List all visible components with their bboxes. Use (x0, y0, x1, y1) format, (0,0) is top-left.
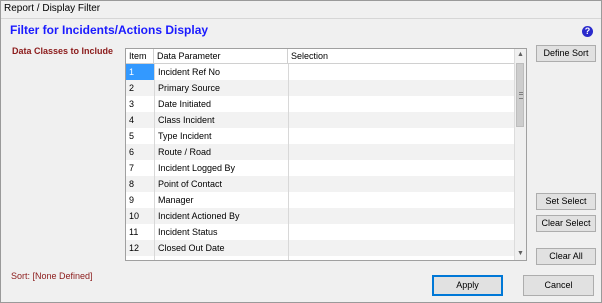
table-row[interactable]: 11 Incident Status (126, 224, 515, 240)
row-selection-cell[interactable] (288, 208, 515, 224)
chevron-up-icon[interactable]: ▲ (515, 49, 526, 61)
data-parameter-grid[interactable]: Item Data Parameter Selection 1 Incident … (125, 48, 527, 261)
row-item-cell[interactable]: 1 (126, 64, 154, 80)
table-row[interactable]: 13 (126, 256, 515, 260)
row-selection-cell[interactable] (288, 256, 515, 260)
row-selection-cell[interactable] (288, 240, 515, 256)
row-parameter-cell[interactable]: Incident Ref No (154, 64, 288, 80)
column-header-data-parameter[interactable]: Data Parameter (154, 49, 288, 63)
grid-header: Item Data Parameter Selection (126, 49, 515, 64)
row-item-cell[interactable]: 9 (126, 192, 154, 208)
row-parameter-cell[interactable]: Type Incident (154, 128, 288, 144)
table-row[interactable]: 4 Class Incident (126, 112, 515, 128)
column-header-item[interactable]: Item (126, 49, 154, 63)
clear-all-button[interactable]: Clear All (536, 248, 596, 265)
table-row[interactable]: 5 Type Incident (126, 128, 515, 144)
window-title: Report / Display Filter (4, 3, 101, 14)
row-selection-cell[interactable] (288, 144, 515, 160)
table-row[interactable]: 10 Incident Actioned By (126, 208, 515, 224)
row-item-cell[interactable]: 5 (126, 128, 154, 144)
define-sort-button[interactable]: Define Sort (536, 45, 596, 62)
row-item-cell[interactable]: 13 (126, 256, 154, 260)
table-row[interactable]: 3 Date Initiated (126, 96, 515, 112)
grip-icon (519, 92, 523, 99)
column-header-selection[interactable]: Selection (288, 49, 515, 63)
row-parameter-cell[interactable]: Class Incident (154, 112, 288, 128)
row-parameter-cell[interactable]: Incident Status (154, 224, 288, 240)
report-display-filter-window: Report / Display Filter Filter for Incid… (0, 0, 602, 303)
row-parameter-cell[interactable]: Primary Source (154, 80, 288, 96)
title-bar: Report / Display Filter (1, 1, 601, 19)
row-item-cell[interactable]: 7 (126, 160, 154, 176)
set-select-button[interactable]: Set Select (536, 193, 596, 210)
row-item-cell[interactable]: 12 (126, 240, 154, 256)
row-parameter-cell[interactable] (154, 256, 288, 260)
row-selection-cell[interactable] (288, 80, 515, 96)
row-selection-cell[interactable] (288, 192, 515, 208)
row-selection-cell[interactable] (288, 64, 515, 80)
row-item-cell[interactable]: 8 (126, 176, 154, 192)
table-row[interactable]: 7 Incident Logged By (126, 160, 515, 176)
row-item-cell[interactable]: 10 (126, 208, 154, 224)
table-row[interactable]: 1 Incident Ref No (126, 64, 515, 80)
vertical-scrollbar[interactable]: ▲ ▼ (514, 49, 526, 260)
row-selection-cell[interactable] (288, 176, 515, 192)
clear-select-button[interactable]: Clear Select (536, 215, 596, 232)
row-item-cell[interactable]: 3 (126, 96, 154, 112)
apply-button[interactable]: Apply (432, 275, 503, 296)
row-selection-cell[interactable] (288, 96, 515, 112)
row-item-cell[interactable]: 6 (126, 144, 154, 160)
scrollbar-thumb[interactable] (516, 63, 524, 127)
help-icon[interactable]: ? (582, 26, 593, 37)
row-parameter-cell[interactable]: Closed Out Date (154, 240, 288, 256)
row-selection-cell[interactable] (288, 224, 515, 240)
row-parameter-cell[interactable]: Route / Road (154, 144, 288, 160)
row-parameter-cell[interactable]: Incident Actioned By (154, 208, 288, 224)
row-selection-cell[interactable] (288, 160, 515, 176)
row-item-cell[interactable]: 2 (126, 80, 154, 96)
data-classes-label: Data Classes to Include (12, 46, 114, 56)
row-parameter-cell[interactable]: Incident Logged By (154, 160, 288, 176)
row-parameter-cell[interactable]: Manager (154, 192, 288, 208)
chevron-down-icon[interactable]: ▼ (515, 248, 526, 260)
row-parameter-cell[interactable]: Point of Contact (154, 176, 288, 192)
grid-rows: 1 Incident Ref No 2 Primary Source 3 Date Ini… (126, 64, 515, 260)
table-row[interactable]: 9 Manager (126, 192, 515, 208)
table-row[interactable]: 8 Point of Contact (126, 176, 515, 192)
row-parameter-cell[interactable]: Date Initiated (154, 96, 288, 112)
table-row[interactable]: 6 Route / Road (126, 144, 515, 160)
cancel-button[interactable]: Cancel (523, 275, 594, 296)
row-selection-cell[interactable] (288, 112, 515, 128)
row-item-cell[interactable]: 4 (126, 112, 154, 128)
page-title: Filter for Incidents/Actions Display (10, 23, 209, 37)
table-row[interactable]: 12 Closed Out Date (126, 240, 515, 256)
table-row[interactable]: 2 Primary Source (126, 80, 515, 96)
sort-status: Sort: [None Defined] (11, 271, 93, 281)
row-selection-cell[interactable] (288, 128, 515, 144)
row-item-cell[interactable]: 11 (126, 224, 154, 240)
